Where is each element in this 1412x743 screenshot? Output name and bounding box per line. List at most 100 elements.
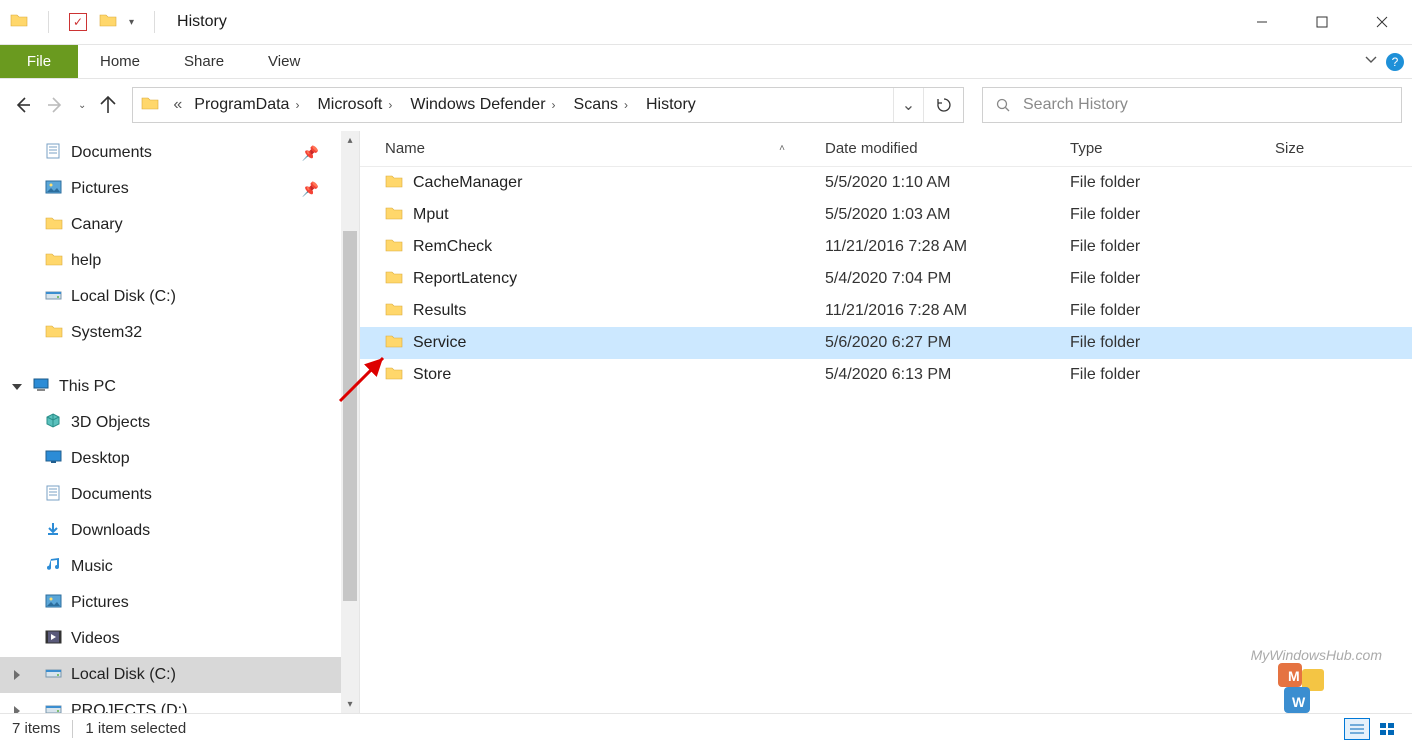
app-icon (10, 12, 28, 33)
sidebar-item-documents[interactable]: Documents 📌 (0, 135, 341, 171)
address-folder-icon (133, 95, 167, 116)
sidebar-item-pictures[interactable]: Pictures 📌 (0, 171, 341, 207)
file-name: Store (413, 366, 451, 384)
column-size[interactable]: Size (1275, 140, 1412, 157)
breadcrumb-microsoft[interactable]: Microsoft› (311, 88, 404, 122)
address-history-dropdown[interactable]: ⌄ (893, 88, 923, 122)
file-type: File folder (1070, 238, 1275, 256)
search-input[interactable] (1023, 96, 1401, 114)
breadcrumb-scans[interactable]: Scans› (568, 88, 640, 122)
tab-home[interactable]: Home (78, 45, 162, 78)
scroll-up-icon[interactable]: ▴ (341, 131, 359, 149)
sidebar-item-videos[interactable]: Videos (0, 621, 341, 657)
sidebar-item-local-disk-c-[interactable]: Local Disk (C:) (0, 657, 341, 693)
sidebar-item-label: Canary (71, 216, 123, 234)
refresh-button[interactable] (923, 88, 963, 122)
file-tab[interactable]: File (0, 45, 78, 78)
column-type[interactable]: Type (1070, 140, 1275, 157)
sidebar-item-pictures[interactable]: Pictures (0, 585, 341, 621)
sidebar-item-label: Documents (71, 486, 152, 504)
folder-icon (45, 323, 63, 344)
sidebar-item-label: Pictures (71, 594, 129, 612)
tab-share[interactable]: Share (162, 45, 246, 78)
qat-dropdown-icon[interactable]: ▾ (129, 17, 134, 28)
sort-indicator-icon: ˄ (779, 143, 785, 154)
file-name: Service (413, 334, 466, 352)
folder-icon (385, 173, 403, 194)
maximize-button[interactable] (1292, 0, 1352, 44)
file-name: CacheManager (413, 174, 522, 192)
file-type: File folder (1070, 334, 1275, 352)
sidebar-item-3d-objects[interactable]: 3D Objects (0, 405, 341, 441)
tab-view[interactable]: View (246, 45, 322, 78)
close-button[interactable] (1352, 0, 1412, 44)
file-row[interactable]: ReportLatency 5/4/2020 7:04 PM File fold… (360, 263, 1412, 295)
sidebar-item-label: Videos (71, 630, 120, 648)
search-box[interactable] (982, 87, 1402, 123)
drive-icon (45, 287, 63, 308)
sidebar-item-projects-d-[interactable]: PROJECTS (D:) (0, 693, 341, 713)
column-date[interactable]: Date modified (825, 140, 1070, 157)
sidebar-item-label: 3D Objects (71, 414, 150, 432)
search-icon (983, 97, 1023, 113)
details-view-button[interactable] (1344, 718, 1370, 740)
qat-properties-icon[interactable]: ✓ (69, 13, 87, 31)
file-type: File folder (1070, 366, 1275, 384)
scroll-thumb[interactable] (343, 231, 357, 601)
sidebar-item-local-disk-c-[interactable]: Local Disk (C:) (0, 279, 341, 315)
forward-button[interactable] (44, 93, 68, 117)
file-name: ReportLatency (413, 270, 517, 288)
sidebar-this-pc[interactable]: This PC (0, 369, 341, 405)
breadcrumb-programdata[interactable]: ProgramData› (188, 88, 311, 122)
window-title: History (173, 13, 227, 31)
status-bar: 7 items 1 item selected (0, 713, 1412, 743)
file-row[interactable]: CacheManager 5/5/2020 1:10 AM File folde… (360, 167, 1412, 199)
folder-icon (385, 333, 403, 354)
file-type: File folder (1070, 302, 1275, 320)
drive-icon (45, 665, 63, 686)
navigation-pane[interactable]: Documents 📌 Pictures 📌 Canary help Local… (0, 131, 341, 713)
scroll-down-icon[interactable]: ▾ (341, 695, 359, 713)
document-icon (45, 143, 63, 164)
back-button[interactable] (10, 93, 34, 117)
sidebar-item-label: This PC (59, 378, 116, 396)
up-button[interactable] (96, 93, 120, 117)
downloads-icon (45, 521, 63, 542)
sidebar-item-documents[interactable]: Documents (0, 477, 341, 513)
sidebar-item-music[interactable]: Music (0, 549, 341, 585)
pin-icon: 📌 (302, 145, 319, 162)
file-row[interactable]: Service 5/6/2020 6:27 PM File folder (360, 327, 1412, 359)
sidebar-item-desktop[interactable]: Desktop (0, 441, 341, 477)
sidebar-item-label: Documents (71, 144, 152, 162)
minimize-button[interactable] (1232, 0, 1292, 44)
sidebar-item-canary[interactable]: Canary (0, 207, 341, 243)
sidebar-item-help[interactable]: help (0, 243, 341, 279)
file-date: 5/4/2020 6:13 PM (825, 366, 1070, 384)
sidebar-scrollbar[interactable]: ▴ ▾ (341, 131, 359, 713)
pictures-icon (45, 593, 63, 614)
file-name: Results (413, 302, 466, 320)
sidebar-item-system32[interactable]: System32 (0, 315, 341, 351)
folder-icon (385, 365, 403, 386)
ribbon: File Home Share View ? (0, 45, 1412, 79)
recent-locations-icon[interactable]: ⌄ (78, 100, 86, 111)
breadcrumb-history[interactable]: History (640, 88, 702, 122)
videos-icon (45, 629, 63, 650)
file-date: 11/21/2016 7:28 AM (825, 238, 1070, 256)
file-row[interactable]: Store 5/4/2020 6:13 PM File folder (360, 359, 1412, 391)
folder-icon (385, 269, 403, 290)
file-row[interactable]: Mput 5/5/2020 1:03 AM File folder (360, 199, 1412, 231)
status-item-count: 7 items (12, 720, 60, 737)
help-button[interactable]: ? (1386, 53, 1404, 71)
breadcrumb-overflow-icon[interactable]: « (167, 96, 188, 114)
qat-new-folder-icon[interactable] (99, 12, 117, 33)
file-row[interactable]: RemCheck 11/21/2016 7:28 AM File folder (360, 231, 1412, 263)
sidebar-item-downloads[interactable]: Downloads (0, 513, 341, 549)
column-headers[interactable]: Name ˄ Date modified Type Size (360, 131, 1412, 167)
thumbnails-view-button[interactable] (1374, 718, 1400, 740)
address-bar[interactable]: « ProgramData› Microsoft› Windows Defend… (132, 87, 964, 123)
column-name[interactable]: Name ˄ (385, 140, 825, 157)
ribbon-expand-icon[interactable] (1364, 52, 1378, 71)
breadcrumb-windows-defender[interactable]: Windows Defender› (404, 88, 567, 122)
file-row[interactable]: Results 11/21/2016 7:28 AM File folder (360, 295, 1412, 327)
